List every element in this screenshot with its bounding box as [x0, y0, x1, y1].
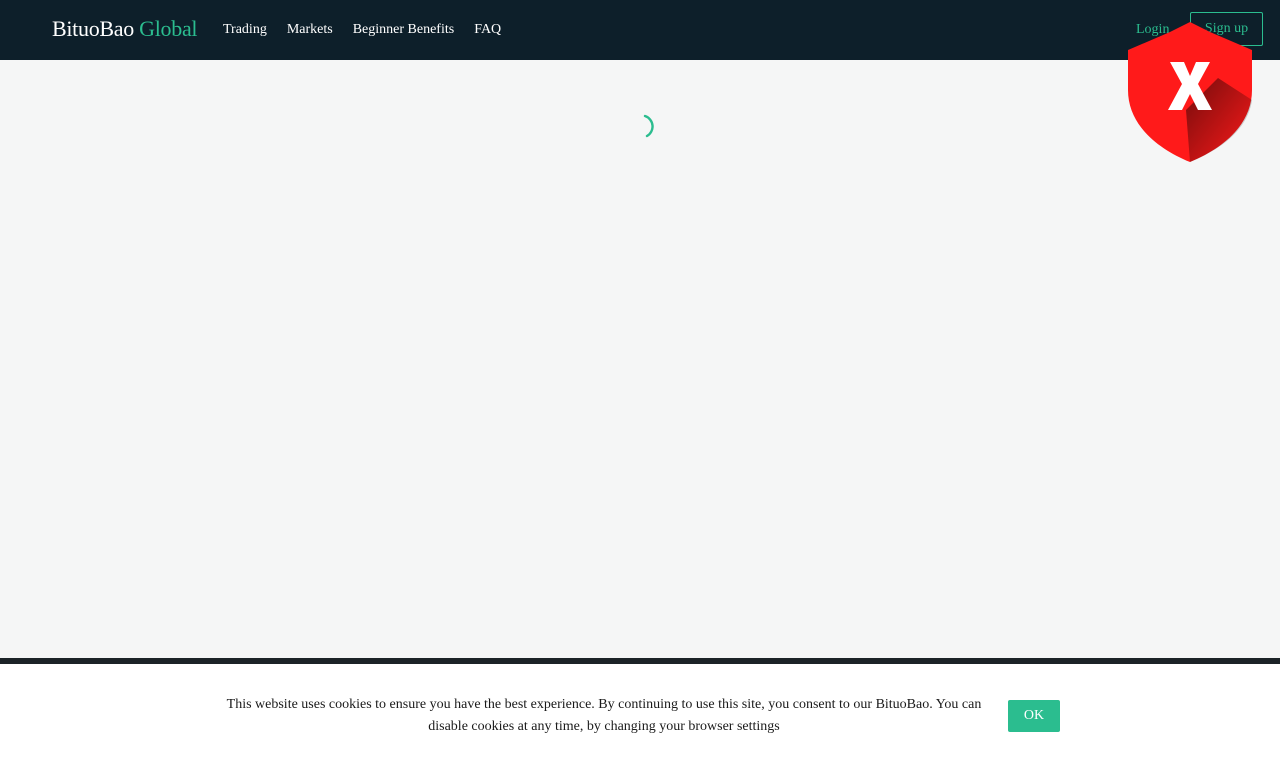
nav-item-markets[interactable]: Markets: [287, 21, 333, 39]
cookie-consent-bar: This website uses cookies to ensure you …: [0, 664, 1280, 768]
loading-spinner-icon: [628, 112, 658, 142]
nav-item-beginner-benefits[interactable]: Beginner Benefits: [353, 21, 454, 39]
nav-item-trading[interactable]: Trading: [223, 21, 267, 39]
top-header: BituoBao Global Trading Markets Beginner…: [0, 0, 1280, 60]
cookie-ok-button[interactable]: OK: [1008, 700, 1060, 732]
logo-main-text: BituoBao: [52, 16, 134, 41]
main-nav: Trading Markets Beginner Benefits FAQ: [223, 0, 521, 60]
cookie-message: This website uses cookies to ensure you …: [226, 697, 982, 734]
page: BituoBao Global Trading Markets Beginner…: [0, 0, 1280, 768]
shield-x-icon: [1126, 20, 1254, 164]
site-logo[interactable]: BituoBao Global: [52, 15, 198, 43]
logo-accent-text: Global: [139, 16, 198, 41]
nav-item-faq[interactable]: FAQ: [474, 21, 501, 39]
